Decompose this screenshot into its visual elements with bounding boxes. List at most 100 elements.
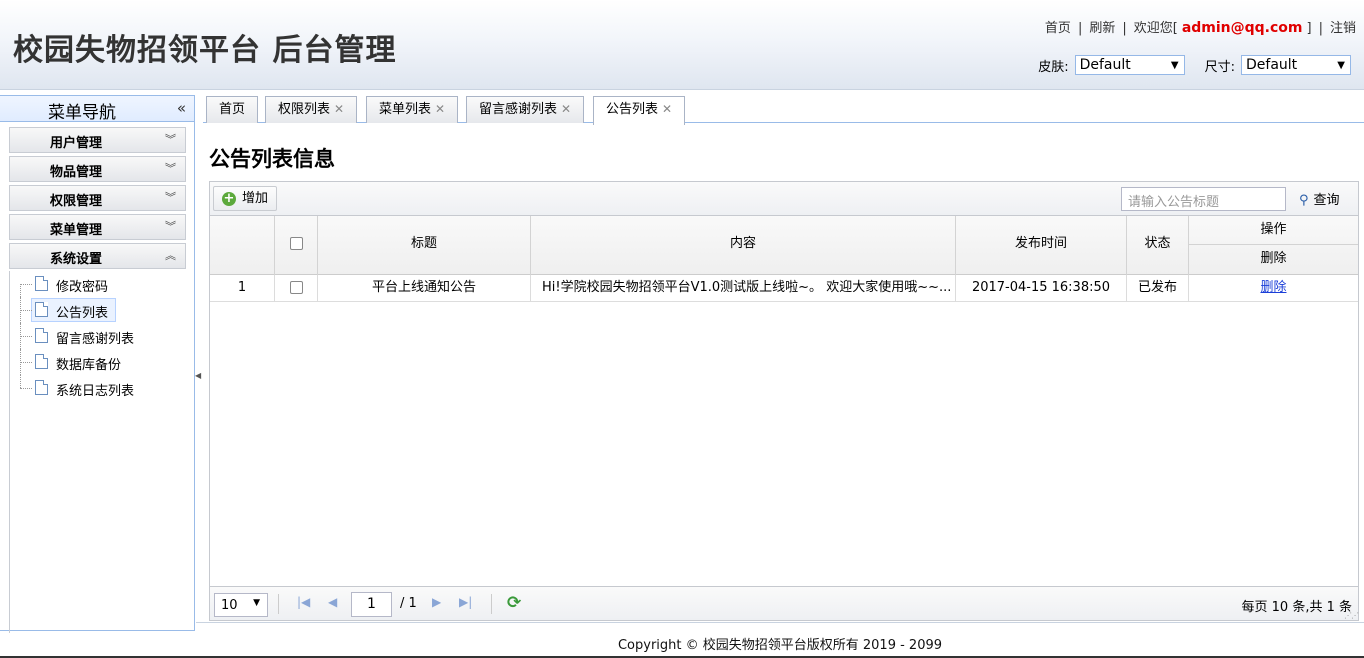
search-input[interactable]: 请输入公告标题 <box>1121 187 1286 211</box>
size-value: Default <box>1246 57 1298 73</box>
tree-item-label: 留言感谢列表 <box>56 332 135 347</box>
search-button[interactable]: ⚲ 查询 <box>1299 189 1340 208</box>
grid-toolbar: + 增加 请输入公告标题 ⚲ 查询 <box>210 182 1358 216</box>
next-page-icon[interactable]: ▶ <box>432 595 441 609</box>
accordion-system-settings[interactable]: 系统设置 ︽ <box>9 243 186 269</box>
separator: | <box>1122 21 1127 36</box>
search-icon: ⚲ <box>1299 193 1309 208</box>
user-name: admin@qq.com <box>1181 20 1303 36</box>
separator: | <box>1077 21 1083 36</box>
tree-item-notice-list[interactable]: 公告列表 <box>10 297 186 323</box>
select-all-checkbox[interactable] <box>289 237 303 250</box>
add-label: 增加 <box>242 191 269 206</box>
tree-item-system-log[interactable]: 系统日志列表 <box>10 375 186 401</box>
accordion-label: 物品管理 <box>50 165 103 180</box>
tree-item-change-password[interactable]: 修改密码 <box>10 271 186 297</box>
close-icon[interactable]: ✕ <box>662 102 672 116</box>
skin-label: 皮肤: <box>1038 59 1069 75</box>
page-size-select[interactable]: 10 ▼ <box>214 593 268 617</box>
tree-item-label: 修改密码 <box>56 280 109 295</box>
welcome-end: ] <box>1306 21 1312 36</box>
accordion-item-management[interactable]: 物品管理 ︾ <box>9 156 186 182</box>
collapse-left-icon[interactable]: « <box>177 99 186 117</box>
page-size-value: 10 <box>221 598 238 613</box>
tab-bar: 首页 权限列表 ✕ 菜单列表 ✕ 留言感谢列表 ✕ 公告列表 ✕ <box>203 95 1364 125</box>
header: 校园失物招领平台 后台管理 首页 | 刷新 | 欢迎您[admin@qq.com] | 注销… <box>0 0 1364 90</box>
file-icon <box>35 354 48 369</box>
chevron-double-down-icon: ︾ <box>165 191 176 204</box>
skin-select[interactable]: Default ▼ <box>1074 55 1185 75</box>
separator: | <box>1318 21 1323 36</box>
dropdown-arrow-icon: ▼ <box>1170 60 1179 71</box>
accordion-label: 权限管理 <box>50 194 103 209</box>
tab-home[interactable]: 首页 <box>206 96 259 123</box>
action-cell: 删除 <box>1189 275 1358 302</box>
row-checkbox[interactable] <box>289 281 303 294</box>
notice-grid: + 增加 请输入公告标题 ⚲ 查询 标题 内容 发布时间 状态 操作 删除 1 平… <box>209 181 1359 621</box>
total-pages: / 1 <box>400 596 417 611</box>
home-link[interactable]: 首页 <box>1045 17 1071 36</box>
content-cell: Hi!学院校园失物招领平台V1.0测试版上线啦~。 欢迎大家使用哦~~... <box>531 275 956 302</box>
panel-splitter[interactable]: ◀ <box>195 355 201 395</box>
table-row[interactable]: 1 平台上线通知公告 Hi!学院校园失物招领平台V1.0测试版上线啦~。 欢迎大… <box>210 275 1358 302</box>
refresh-link[interactable]: 刷新 <box>1089 17 1115 36</box>
accordion-label: 用户管理 <box>50 136 103 151</box>
accordion-user-management[interactable]: 用户管理 ︾ <box>9 127 186 153</box>
collapse-arrow-icon: ◀ <box>195 371 202 380</box>
tab-label: 权限列表 <box>278 102 331 117</box>
first-page-icon[interactable]: |◀ <box>297 595 310 609</box>
status-cell: 已发布 <box>1127 275 1189 302</box>
table-header: 标题 内容 发布时间 状态 操作 删除 <box>210 216 1358 275</box>
theme-settings: 皮肤: Default ▼ 尺寸: Default ▼ <box>1038 55 1351 75</box>
accordion-label: 菜单管理 <box>50 223 103 238</box>
tab-permission-list[interactable]: 权限列表 ✕ <box>265 96 358 123</box>
refresh-icon[interactable]: ⟳ <box>507 593 521 613</box>
sidebar-accordion: 用户管理 ︾ 物品管理 ︾ 权限管理 ︾ 菜单管理 ︾ 系统设置 ︽ 修改密码 <box>9 127 186 633</box>
close-icon[interactable]: ✕ <box>435 102 445 116</box>
last-page-icon[interactable]: ▶| <box>459 595 472 609</box>
sidebar-header: 菜单导航 « <box>0 96 194 123</box>
accordion-permission-management[interactable]: 权限管理 ︾ <box>9 185 186 211</box>
accordion-menu-management[interactable]: 菜单管理 ︾ <box>9 214 186 240</box>
tree-item-label: 系统日志列表 <box>56 384 135 399</box>
page-number-input[interactable]: 1 <box>351 592 392 617</box>
logout-link[interactable]: 注销 <box>1330 17 1356 36</box>
app-title: 校园失物招领平台 后台管理 <box>13 33 397 68</box>
tab-label: 公告列表 <box>606 102 659 117</box>
chevron-double-down-icon: ︾ <box>165 220 176 233</box>
title-header[interactable]: 标题 <box>318 216 531 275</box>
separator <box>491 594 492 614</box>
skin-value: Default <box>1079 57 1131 73</box>
file-icon <box>35 276 48 291</box>
search-label: 查询 <box>1313 193 1340 208</box>
close-icon[interactable]: ✕ <box>561 102 571 116</box>
select-all-header <box>275 216 318 275</box>
sidebar-title: 菜单导航 <box>48 103 116 123</box>
tab-notice-list[interactable]: 公告列表 ✕ <box>593 96 686 125</box>
add-icon: + <box>222 191 236 206</box>
delete-link[interactable]: 删除 <box>1260 280 1286 295</box>
tree-item-thanks-list[interactable]: 留言感谢列表 <box>10 323 186 349</box>
resize-grip-icon[interactable]: ⋰⋰ <box>1344 611 1359 620</box>
dropdown-arrow-icon: ▼ <box>253 598 260 608</box>
dropdown-arrow-icon: ▼ <box>1337 60 1345 71</box>
tab-thanks-list[interactable]: 留言感谢列表 ✕ <box>466 96 585 123</box>
top-links: 首页 | 刷新 | 欢迎您[admin@qq.com] | 注销 <box>1045 17 1356 36</box>
tree-item-db-backup[interactable]: 数据库备份 <box>10 349 186 375</box>
copyright-text: Copyright © 校园失物招领平台版权所有 2019 - 2099 <box>617 638 943 653</box>
chevron-double-down-icon: ︾ <box>165 162 176 175</box>
file-icon <box>35 328 48 343</box>
add-button[interactable]: + 增加 <box>213 186 277 211</box>
tab-menu-list[interactable]: 菜单列表 ✕ <box>366 96 459 123</box>
operation-header: 操作 <box>1189 216 1358 245</box>
time-header[interactable]: 发布时间 <box>956 216 1127 275</box>
status-header[interactable]: 状态 <box>1127 216 1189 275</box>
tree-item-label: 数据库备份 <box>56 358 122 373</box>
page-title: 公告列表信息 <box>209 147 335 171</box>
close-icon[interactable]: ✕ <box>334 102 344 116</box>
content-header[interactable]: 内容 <box>531 216 956 275</box>
size-select[interactable]: Default ▼ <box>1241 55 1351 75</box>
chevron-double-up-icon: ︽ <box>165 249 176 262</box>
separator <box>278 594 279 614</box>
prev-page-icon[interactable]: ◀ <box>328 595 337 609</box>
